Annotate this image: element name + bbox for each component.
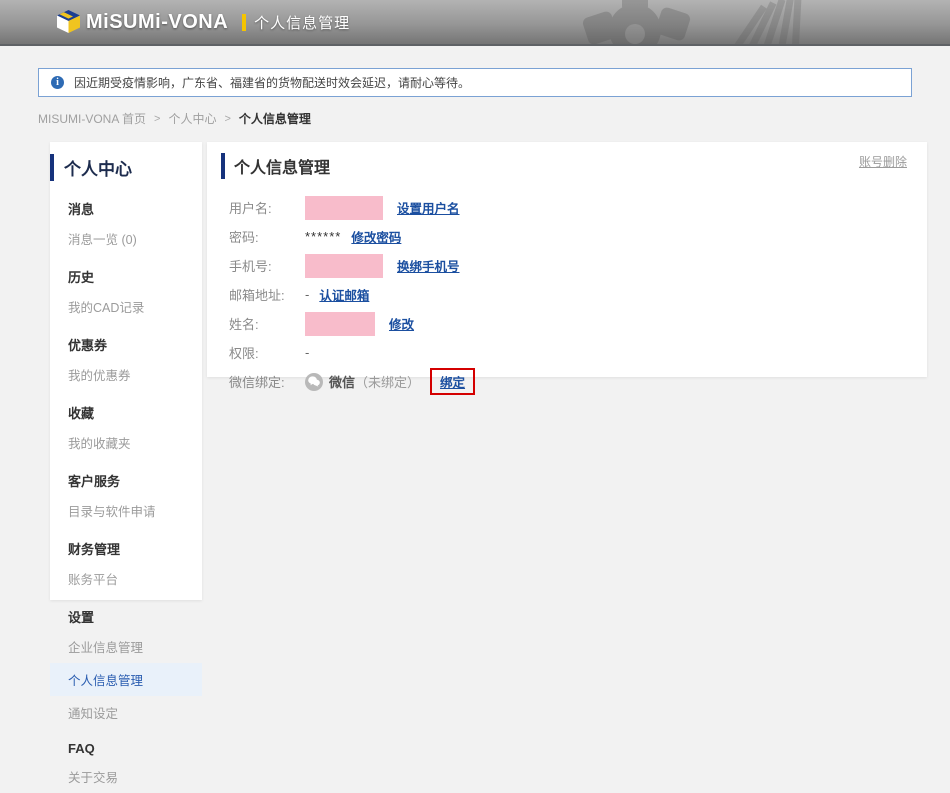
sidebar-section-finance: 财务管理 bbox=[50, 527, 202, 562]
notice-banner: i 因近期受疫情影响，广东省、福建省的货物配送时效会延迟，请耐心等待。 bbox=[38, 68, 912, 97]
set-username-link[interactable]: 设置用户名 bbox=[397, 198, 460, 217]
info-icon: i bbox=[51, 76, 64, 89]
wechat-binding-label: 微信绑定: bbox=[229, 372, 305, 391]
sidebar-item-about-transactions[interactable]: 关于交易 bbox=[50, 760, 202, 793]
email-value: - bbox=[305, 287, 309, 302]
name-redacted-value bbox=[305, 312, 375, 336]
decorative-gears bbox=[530, 0, 950, 46]
sidebar-personal-center: 个人中心 消息 消息一览 (0) 历史 我的CAD记录 优惠券 我的优惠券 收藏… bbox=[50, 142, 202, 600]
breadcrumb-personal-center[interactable]: 个人中心 bbox=[168, 110, 216, 127]
personal-info-form: 用户名: 设置用户名 密码: ****** 修改密码 手机号: 换绑手机号 邮箱… bbox=[229, 193, 907, 396]
phone-redacted-value bbox=[305, 254, 383, 278]
app-header: MiSUMi-VONA 个人信息管理 bbox=[0, 0, 950, 46]
sidebar-item-billing-platform[interactable]: 账务平台 bbox=[50, 562, 202, 595]
sidebar-section-faq: FAQ bbox=[50, 729, 202, 760]
breadcrumb-separator: > bbox=[224, 113, 230, 125]
row-username: 用户名: 设置用户名 bbox=[229, 193, 907, 222]
sidebar-section-customer-service: 客户服务 bbox=[50, 459, 202, 494]
password-masked-value: ****** bbox=[305, 229, 341, 244]
password-label: 密码: bbox=[229, 227, 305, 246]
sidebar-item-my-cad-records[interactable]: 我的CAD记录 bbox=[50, 290, 202, 323]
sidebar-item-company-info[interactable]: 企业信息管理 bbox=[50, 630, 202, 663]
phone-label: 手机号: bbox=[229, 256, 305, 275]
brand-name: MiSUMi-VONA bbox=[86, 11, 228, 34]
edit-name-link[interactable]: 修改 bbox=[389, 314, 414, 333]
row-phone: 手机号: 换绑手机号 bbox=[229, 251, 907, 280]
breadcrumb-separator: > bbox=[154, 113, 160, 125]
permission-value: - bbox=[305, 345, 309, 360]
wechat-service-name: 微信 bbox=[329, 372, 355, 391]
permission-label: 权限: bbox=[229, 343, 305, 362]
bind-highlight-box: 绑定 bbox=[430, 368, 475, 395]
wechat-icon bbox=[305, 373, 323, 391]
breadcrumb-home[interactable]: MISUMI-VONA 首页 bbox=[38, 110, 146, 127]
notice-text: 因近期受疫情影响，广东省、福建省的货物配送时效会延迟，请耐心等待。 bbox=[74, 74, 470, 91]
sidebar-item-notification-settings[interactable]: 通知设定 bbox=[50, 696, 202, 729]
sidebar-section-coupons: 优惠券 bbox=[50, 323, 202, 358]
sidebar-item-message-list[interactable]: 消息一览 (0) bbox=[50, 222, 202, 255]
wechat-binding-status: （未绑定） bbox=[355, 372, 420, 391]
row-wechat-binding: 微信绑定: 微信 （未绑定） 绑定 bbox=[229, 367, 907, 396]
sidebar-item-my-favorites[interactable]: 我的收藏夹 bbox=[50, 426, 202, 459]
panel-title: 个人信息管理 bbox=[221, 153, 330, 179]
cube-logo-icon bbox=[57, 10, 80, 34]
sidebar-section-settings: 设置 bbox=[50, 595, 202, 630]
header-page-title: 个人信息管理 bbox=[254, 12, 350, 33]
row-permission: 权限: - bbox=[229, 338, 907, 367]
verify-email-link[interactable]: 认证邮箱 bbox=[319, 285, 369, 304]
sidebar-section-messages: 消息 bbox=[50, 187, 202, 222]
row-password: 密码: ****** 修改密码 bbox=[229, 222, 907, 251]
change-password-link[interactable]: 修改密码 bbox=[351, 227, 401, 246]
name-label: 姓名: bbox=[229, 314, 305, 333]
misumi-logo[interactable]: MiSUMi-VONA bbox=[57, 10, 228, 34]
change-phone-link[interactable]: 换绑手机号 bbox=[397, 256, 460, 275]
personal-info-panel: 个人信息管理 账号删除 用户名: 设置用户名 密码: ****** 修改密码 手… bbox=[207, 142, 927, 377]
sidebar-section-history: 历史 bbox=[50, 255, 202, 290]
username-redacted-value bbox=[305, 196, 383, 220]
row-name: 姓名: 修改 bbox=[229, 309, 907, 338]
sidebar-title: 个人中心 bbox=[50, 154, 202, 181]
row-email: 邮箱地址: - 认证邮箱 bbox=[229, 280, 907, 309]
username-label: 用户名: bbox=[229, 198, 305, 217]
bind-wechat-link[interactable]: 绑定 bbox=[440, 376, 465, 390]
breadcrumb: MISUMI-VONA 首页 > 个人中心 > 个人信息管理 bbox=[38, 110, 311, 127]
breadcrumb-current-page: 个人信息管理 bbox=[239, 110, 311, 127]
sidebar-section-favorites: 收藏 bbox=[50, 391, 202, 426]
sidebar-item-my-coupons[interactable]: 我的优惠券 bbox=[50, 358, 202, 391]
title-separator-bar bbox=[242, 14, 246, 31]
email-label: 邮箱地址: bbox=[229, 285, 305, 304]
delete-account-link[interactable]: 账号删除 bbox=[859, 153, 907, 170]
sidebar-item-personal-info[interactable]: 个人信息管理 bbox=[50, 663, 202, 696]
sidebar-item-catalog-software-request[interactable]: 目录与软件申请 bbox=[50, 494, 202, 527]
